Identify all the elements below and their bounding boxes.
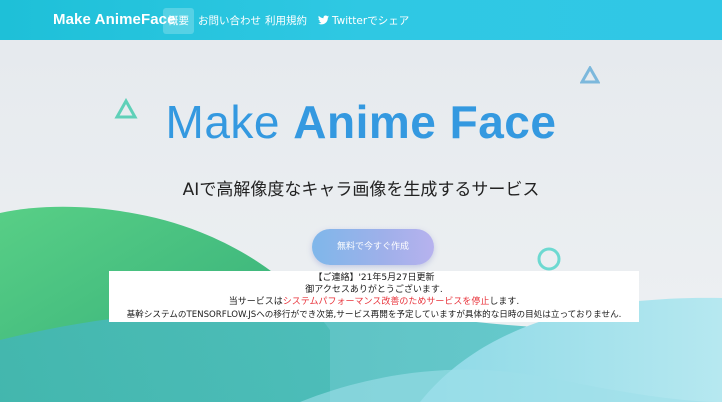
notice-line-2: 御アクセスありがとうございます.: [305, 285, 443, 296]
notice-line-4: 基幹システムのTENSORFLOW.JSへの移行ができ次第,サービス再開を予定し…: [126, 309, 622, 320]
notice-line-3-pre: 当サービスは: [228, 297, 283, 308]
hero-title-light: Make: [165, 96, 294, 148]
triangle-decoration-right: [580, 66, 600, 84]
nav-item-twitter-share[interactable]: Twitterでシェア: [313, 8, 414, 34]
hero-title-bold: Anime Face: [293, 96, 557, 148]
notice-line-3: 当サービスはシステムパフォーマンス改善のためサービスを停止します.: [109, 296, 639, 308]
notice-line-1: 【ご連絡】'21年5月27日更新: [313, 273, 435, 283]
notice-line-3-post: します.: [489, 297, 520, 308]
twitter-share-label: Twitterでシェア: [332, 15, 410, 27]
top-navbar: Make AnimeFace 概要 お問い合わせ 利用規約 Twitterでシェ…: [0, 0, 722, 40]
create-now-button[interactable]: 無料で今すぐ作成: [312, 229, 434, 265]
nav-item-terms[interactable]: 利用規約: [260, 8, 312, 34]
nav-item-overview[interactable]: 概要: [163, 8, 194, 34]
service-notice: 【ご連絡】'21年5月27日更新 御アクセスありがとうございます. 当サービスは…: [109, 271, 639, 322]
notice-line-3-highlight: システムパフォーマンス改善のためサービスを停止: [282, 297, 490, 308]
nav-item-contact[interactable]: お問い合わせ: [193, 8, 266, 34]
twitter-icon: [318, 15, 329, 25]
brand-logo[interactable]: Make AnimeFace: [53, 11, 176, 28]
circle-decoration: [537, 247, 561, 271]
hero-subtitle: AIで高解像度なキャラ画像を生成するサービス: [182, 180, 540, 200]
hero-section: Make Anime Face AIで高解像度なキャラ画像を生成するサービス 無…: [0, 40, 722, 402]
hero-title: Make Anime Face: [0, 95, 722, 149]
